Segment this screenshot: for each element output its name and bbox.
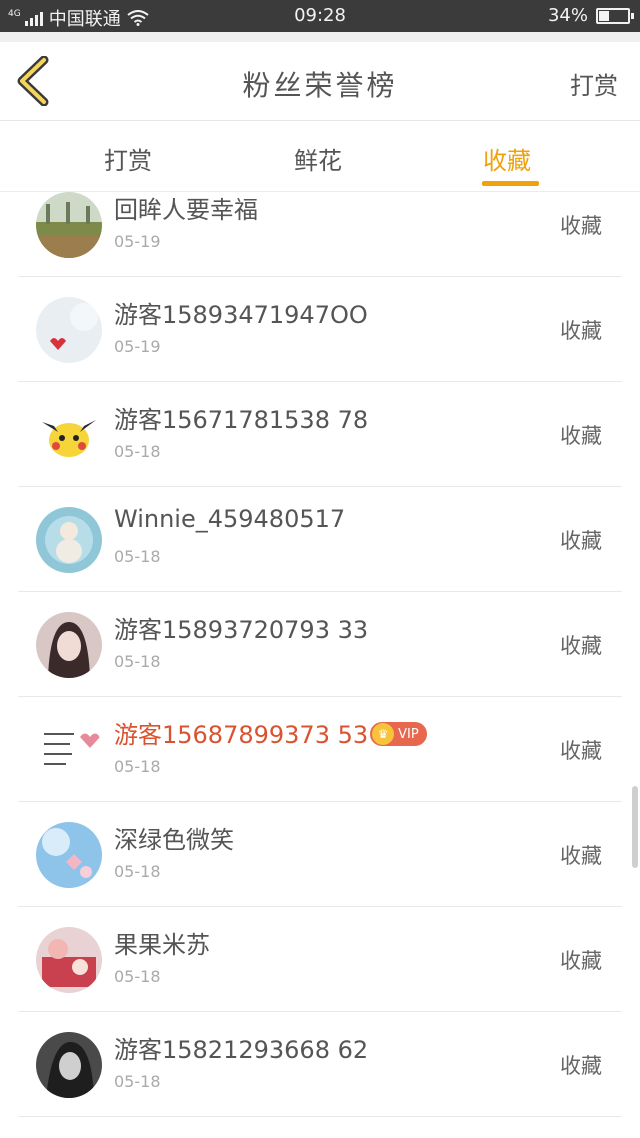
user-name: 游客15893720793 33 (114, 616, 369, 644)
date: 05-18 (114, 862, 161, 881)
favorite-label: 收藏 (560, 529, 602, 553)
page-title: 粉丝荣誉榜 (242, 69, 398, 102)
favorite-label: 收藏 (560, 739, 602, 763)
active-tab-indicator (482, 181, 539, 186)
favorite-label: 收藏 (560, 1054, 602, 1078)
avatar (36, 717, 102, 783)
scrollbar[interactable] (632, 786, 638, 868)
tab-favorites[interactable]: 收藏 (483, 141, 531, 176)
avatar (36, 927, 102, 993)
avatar (36, 507, 102, 573)
list-item[interactable]: 游客15893720793 33 05-18 收藏 (18, 592, 622, 697)
favorite-label: 收藏 (560, 424, 602, 448)
user-name: 游客15671781538 78 (114, 406, 369, 434)
vip-badge: ♛ VIP (370, 722, 427, 746)
favorite-label: 收藏 (560, 634, 602, 658)
favorite-label: 收藏 (560, 949, 602, 973)
avatar (36, 612, 102, 678)
avatar (36, 297, 102, 363)
favorite-label: 收藏 (560, 214, 602, 238)
date: 05-18 (114, 1072, 161, 1091)
user-name: 回眸人要幸福 (114, 196, 258, 224)
battery-percent: 34% (547, 5, 588, 26)
user-name: 游客15821293668 62 (114, 1036, 369, 1064)
list-item[interactable]: 果果米苏 05-18 收藏 (18, 907, 622, 1012)
tab-reward[interactable]: 打赏 (104, 141, 152, 176)
user-name: Winnie_459480517 (114, 505, 346, 533)
user-name: 深绿色微笑 (114, 826, 234, 854)
status-bar: 4G 中国联通 09:28 34% (0, 0, 640, 32)
date: 05-18 (114, 967, 161, 986)
list-item[interactable]: 游客15671781538 78 05-18 收藏 (18, 382, 622, 487)
reward-button[interactable]: 打赏 (570, 66, 618, 101)
crown-icon: ♛ (372, 723, 395, 745)
list-item[interactable]: 回眸人要幸福 05-19 收藏 (18, 192, 622, 277)
date: 05-18 (114, 757, 161, 776)
avatar (36, 402, 102, 468)
user-name-text: 游客15687899373 53 (114, 721, 369, 749)
list-item[interactable]: 深绿色微笑 05-18 收藏 (18, 802, 622, 907)
tab-bar: 打赏 鲜花 收藏 (0, 121, 640, 192)
date: 05-18 (114, 547, 161, 566)
status-time: 09:28 (294, 5, 346, 26)
user-name: 游客15687899373 53 ♛ VIP (114, 715, 427, 750)
favorite-label: 收藏 (560, 844, 602, 868)
user-name: 游客15893471947OO (114, 301, 368, 329)
vip-label: VIP (398, 726, 419, 742)
user-name: 果果米苏 (114, 931, 210, 959)
date: 05-19 (114, 337, 161, 356)
fan-list: 回眸人要幸福 05-19 收藏 游客15893471947OO 05-19 收藏… (0, 192, 640, 1138)
list-item[interactable]: 游客15687899373 53 ♛ VIP 05-18 收藏 (18, 697, 622, 802)
list-item[interactable]: Winnie_459480517 05-18 收藏 (18, 487, 622, 592)
status-right: 34% (547, 5, 634, 26)
battery-icon (596, 7, 634, 24)
avatar (36, 822, 102, 888)
date: 05-18 (114, 652, 161, 671)
date: 05-19 (114, 232, 161, 251)
battery-fill (599, 10, 609, 21)
tab-flowers[interactable]: 鲜花 (294, 141, 342, 176)
list-item[interactable]: 游客15893471947OO 05-19 收藏 (18, 277, 622, 382)
avatar (36, 192, 102, 258)
favorite-label: 收藏 (560, 319, 602, 343)
list-item[interactable]: 游客15821293668 62 05-18 收藏 (18, 1012, 622, 1117)
avatar (36, 1032, 102, 1098)
nav-bar: 粉丝荣誉榜 打赏 (0, 42, 640, 121)
status-gap (0, 32, 640, 42)
date: 05-18 (114, 442, 161, 461)
